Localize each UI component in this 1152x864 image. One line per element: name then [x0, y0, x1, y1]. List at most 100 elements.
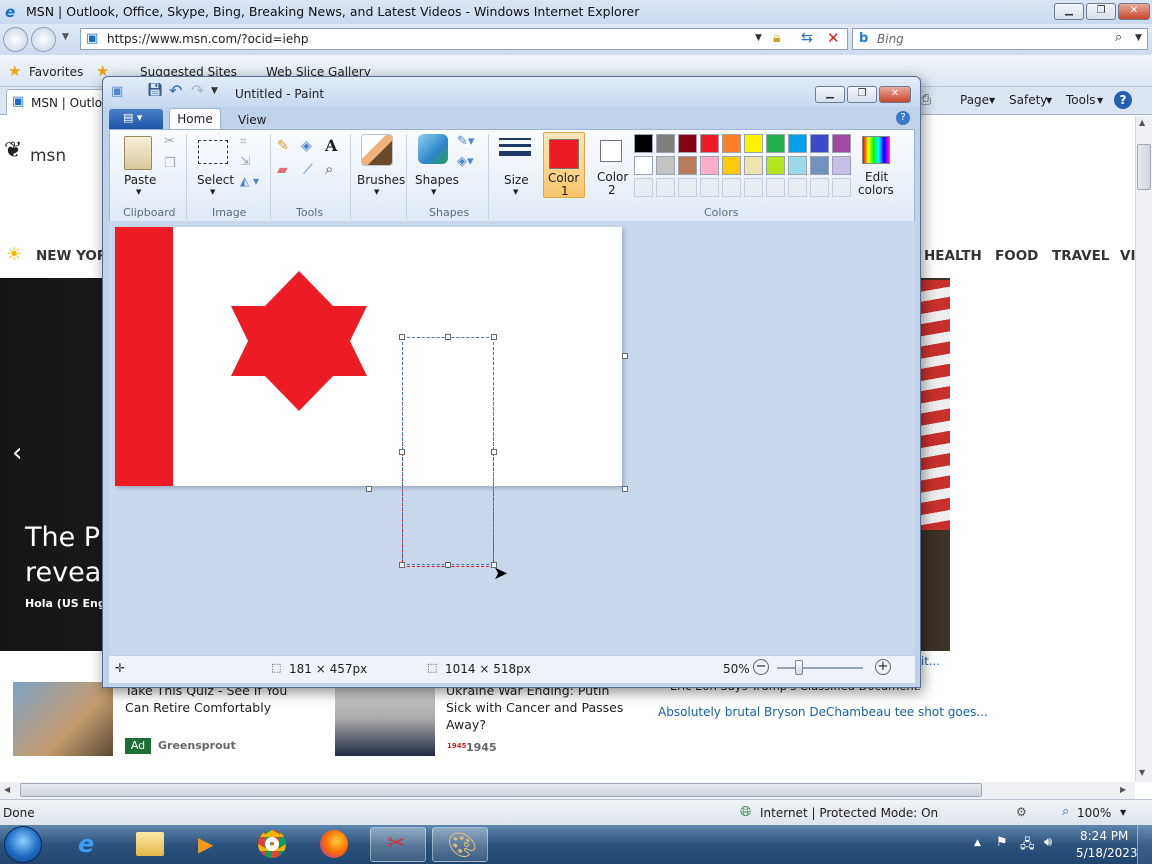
scroll-down-icon[interactable]: ▼: [1139, 768, 1145, 777]
zoom-level[interactable]: 100%: [1077, 806, 1111, 820]
text-icon[interactable]: A: [325, 136, 337, 155]
selection-handle-mr[interactable]: [491, 449, 497, 455]
palette-empty-swatch[interactable]: [766, 178, 785, 197]
hero-title-line1[interactable]: The Pr: [25, 522, 111, 553]
favorites-button[interactable]: Favorites: [29, 65, 83, 79]
palette-swatch[interactable]: [788, 156, 807, 175]
print-icon[interactable]: ⎙: [920, 92, 931, 108]
palette-swatch[interactable]: [678, 134, 697, 153]
vertical-scrollbar[interactable]: ▲ ▼: [1135, 116, 1152, 782]
address-input[interactable]: ▣ https://www.msn.com/?ocid=iehp ▼ 🔒︎ ⇆ …: [80, 28, 848, 50]
palette-empty-swatch[interactable]: [832, 178, 851, 197]
zoom-slider-track[interactable]: [777, 667, 863, 669]
card-ukraine-title[interactable]: Ukraine War Ending: Putin Sick with Canc…: [446, 682, 626, 733]
side-link-bryson[interactable]: Absolutely brutal Bryson DeChambeau tee …: [658, 705, 988, 719]
palette-swatch[interactable]: [722, 156, 741, 175]
shapes-icon[interactable]: [418, 134, 448, 164]
palette-swatch[interactable]: [832, 156, 851, 175]
selection-handle-tl[interactable]: [399, 334, 405, 340]
stop-icon[interactable]: ✕: [827, 29, 840, 47]
refresh-icon[interactable]: ⇆: [801, 30, 813, 46]
palette-empty-swatch[interactable]: [634, 178, 653, 197]
ie-maximize-button[interactable]: ❐: [1086, 3, 1116, 20]
tab-home[interactable]: Home: [169, 108, 221, 130]
action-center-icon[interactable]: ⚑: [996, 835, 1008, 850]
side-link-partial[interactable]: it...: [921, 654, 940, 668]
brushes-dropdown-icon[interactable]: ▼: [374, 188, 379, 196]
taskbar-firefox[interactable]: [306, 827, 362, 862]
paint-file-menu-button[interactable]: ▤ ▾: [109, 109, 163, 129]
selection-handle-bm[interactable]: [445, 562, 451, 568]
taskbar-snipping-tool[interactable]: ✂: [370, 827, 426, 862]
paint-canvas[interactable]: [115, 227, 622, 567]
start-button[interactable]: [4, 826, 42, 863]
taskbar-explorer[interactable]: [122, 827, 178, 862]
palette-swatch[interactable]: [634, 156, 653, 175]
palette-swatch[interactable]: [700, 134, 719, 153]
palette-swatch[interactable]: [744, 156, 763, 175]
palette-swatch[interactable]: [832, 134, 851, 153]
paste-dropdown-icon[interactable]: ▼: [136, 188, 141, 196]
shape-fill-icon[interactable]: ◈▾: [457, 154, 474, 169]
tab-msn[interactable]: ▣ MSN | Outlo: [6, 89, 106, 115]
hscroll-thumb[interactable]: [20, 783, 982, 797]
paste-icon[interactable]: [124, 136, 152, 170]
canvas-resize-handle-corner[interactable]: [622, 486, 628, 492]
pencil-icon[interactable]: ✎: [277, 138, 289, 154]
palette-swatch[interactable]: [656, 134, 675, 153]
paint-maximize-button[interactable]: ❐: [847, 86, 877, 103]
palette-swatch[interactable]: [766, 156, 785, 175]
horizontal-scrollbar[interactable]: ◀ ▶: [0, 782, 1135, 799]
select-dropdown-icon[interactable]: ▼: [210, 188, 215, 196]
copy-icon[interactable]: ❐: [164, 156, 176, 171]
palette-empty-swatch[interactable]: [810, 178, 829, 197]
carousel-prev-icon[interactable]: ‹: [12, 438, 22, 468]
palette-empty-swatch[interactable]: [744, 178, 763, 197]
protected-mode-icon[interactable]: ⚙: [1016, 805, 1027, 819]
tab-view[interactable]: View: [238, 113, 266, 127]
ie-close-button[interactable]: ✕: [1118, 3, 1150, 20]
paint-minimize-button[interactable]: ▁: [815, 86, 845, 103]
quick-access-redo-icon[interactable]: ↷: [191, 81, 204, 100]
palette-swatch[interactable]: [810, 156, 829, 175]
select-button[interactable]: Select: [197, 173, 234, 187]
quick-access-customize-icon[interactable]: ▼: [211, 86, 218, 96]
magnifier-icon[interactable]: ⌕: [325, 160, 333, 178]
clock-date[interactable]: 5/18/2023: [1076, 846, 1138, 860]
size-button[interactable]: Size: [504, 173, 529, 187]
taskbar-chrome[interactable]: [244, 827, 300, 862]
paste-button[interactable]: Paste: [124, 173, 156, 187]
nav-video[interactable]: VI: [1120, 248, 1135, 264]
select-icon[interactable]: [198, 140, 228, 164]
ie-minimize-button[interactable]: ▁: [1054, 3, 1084, 20]
selection-handle-bl[interactable]: [399, 562, 405, 568]
color1-button[interactable]: Color 1: [543, 132, 585, 198]
tray-expand-icon[interactable]: ▲: [974, 838, 981, 848]
quick-access-save-icon[interactable]: 💾︎: [147, 83, 164, 98]
palette-swatch[interactable]: [722, 134, 741, 153]
crop-icon[interactable]: ⌗: [240, 134, 247, 149]
canvas-resize-handle-right[interactable]: [622, 353, 628, 359]
scroll-right-icon[interactable]: ▶: [1120, 785, 1126, 794]
nav-travel[interactable]: TRAVEL: [1052, 248, 1109, 264]
security-zone[interactable]: Internet | Protected Mode: On: [760, 806, 938, 820]
address-dropdown-icon[interactable]: ▼: [755, 33, 762, 43]
canvas-resize-handle-bottom[interactable]: [366, 486, 372, 492]
show-desktop-button[interactable]: [1137, 825, 1152, 864]
nav-health[interactable]: HEALTH: [924, 248, 982, 264]
back-button[interactable]: [3, 27, 28, 52]
search-icon[interactable]: ⌕: [1115, 30, 1122, 45]
taskbar-ie[interactable]: e: [62, 827, 118, 862]
palette-empty-swatch[interactable]: [678, 178, 697, 197]
palette-swatch[interactable]: [766, 134, 785, 153]
palette-swatch[interactable]: [656, 156, 675, 175]
palette-swatch[interactable]: [744, 134, 763, 153]
palette-empty-swatch[interactable]: [656, 178, 675, 197]
paint-canvas-area[interactable]: ➤: [109, 221, 915, 655]
help-icon[interactable]: ?: [1114, 91, 1132, 109]
zoom-slider-thumb[interactable]: [795, 660, 803, 675]
brushes-icon[interactable]: [361, 134, 393, 166]
zoom-icon[interactable]: ⌕: [1062, 804, 1069, 819]
selection-handle-ml[interactable]: [399, 449, 405, 455]
resize-icon[interactable]: ⇲: [240, 154, 250, 168]
